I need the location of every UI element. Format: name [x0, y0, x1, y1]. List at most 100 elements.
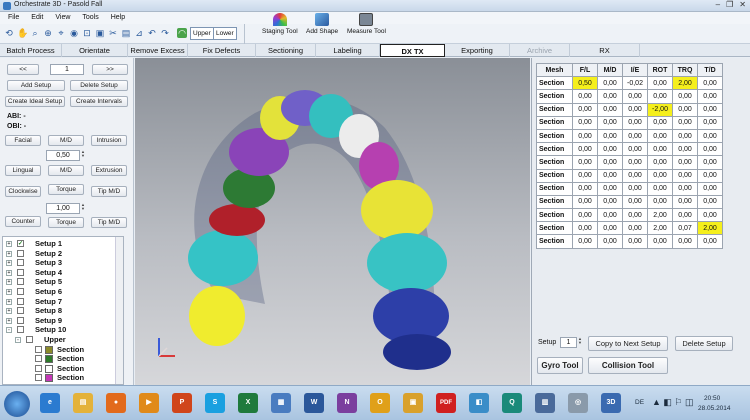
tree-checkbox[interactable]	[17, 316, 24, 324]
table-cell[interactable]: 0,00	[597, 89, 623, 104]
table-cell[interactable]: -2,00	[647, 102, 673, 117]
tree-checkbox[interactable]	[35, 374, 42, 382]
column-header[interactable]: Mesh	[536, 62, 573, 78]
table-cell[interactable]: 0,00	[647, 115, 673, 130]
table-cell[interactable]: 0,00	[572, 89, 598, 104]
outlook-icon[interactable]: O	[370, 393, 390, 413]
table-cell[interactable]: 0,00	[697, 155, 723, 170]
table-cell[interactable]: 0,00	[622, 89, 648, 104]
table-cell[interactable]: 0,00	[697, 208, 723, 223]
table-cell[interactable]: 0,00	[597, 181, 623, 196]
expand-icon[interactable]: +	[6, 260, 12, 267]
tree-item[interactable]: + Setup 4	[3, 268, 115, 278]
tree-checkbox[interactable]	[17, 307, 24, 315]
table-cell[interactable]: 0,00	[572, 221, 598, 236]
tree-checkbox[interactable]	[17, 249, 24, 257]
table-row[interactable]: Section 0,00 0,00 0,00 0,00 0,00 0,00	[536, 115, 723, 130]
table-cell[interactable]: 0,00	[572, 208, 598, 223]
clockwise-button[interactable]: Clockwise	[5, 186, 41, 197]
table-cell[interactable]: 0,00	[572, 128, 598, 144]
intrusion-button[interactable]: Intrusion	[91, 135, 127, 146]
table-cell[interactable]: 0,00	[597, 208, 623, 223]
measure-tool-button[interactable]: Measure Tool	[347, 13, 386, 35]
tree-item[interactable]: + Setup 7	[3, 297, 115, 307]
clock-time[interactable]: 20:50	[704, 395, 720, 402]
table-cell[interactable]: 0,00	[672, 155, 698, 170]
expand-icon[interactable]: +	[6, 250, 12, 257]
table-cell[interactable]: 2,00	[647, 208, 673, 223]
staging-tool-button[interactable]: Staging Tool	[262, 13, 298, 35]
table-row[interactable]: Section 0,00 0,00 0,00 0,00 0,00 0,00	[536, 234, 723, 249]
table-row[interactable]: Section 0,00 0,00 0,00 0,00 0,00 0,00	[536, 142, 723, 157]
expand-icon[interactable]: +	[6, 317, 12, 324]
close-button[interactable]: ✕	[739, 0, 746, 9]
table-cell[interactable]: 2,00	[672, 76, 698, 91]
explorer-icon[interactable]: ▦	[271, 393, 291, 413]
table-cell[interactable]: 0,00	[622, 234, 648, 249]
start-button[interactable]	[4, 391, 30, 417]
collapse-icon[interactable]: -	[15, 337, 21, 343]
tree-item[interactable]: + Setup 6	[3, 287, 115, 297]
pan-icon[interactable]: ✋	[17, 28, 28, 38]
table-cell[interactable]: 0,00	[597, 221, 623, 236]
menu-view[interactable]: View	[55, 12, 70, 24]
language-indicator[interactable]: DE	[635, 399, 644, 406]
table-cell[interactable]: 2,00	[697, 221, 723, 236]
table-row[interactable]: Section 0,00 0,00 0,00 0,00 0,00 0,00	[536, 89, 723, 104]
3d-viewport[interactable]	[135, 58, 530, 385]
table-cell[interactable]: 0,00	[697, 89, 723, 104]
table-row[interactable]: Section 0,00 0,00 0,00 2,00 0,07 2,00	[536, 221, 723, 236]
tab-remove-excess[interactable]: Remove Excess	[128, 44, 188, 57]
table-cell[interactable]: 0,00	[597, 155, 623, 170]
lower-toggle[interactable]: Lower	[213, 27, 237, 40]
tip-md-button-2[interactable]: Tip M/D	[91, 217, 127, 228]
pdf-icon[interactable]: PDF	[436, 393, 456, 413]
app-icon[interactable]: ◧	[469, 393, 489, 413]
tree-checkbox[interactable]	[17, 297, 24, 305]
zoom-icon[interactable]: ⌕	[30, 28, 40, 38]
setup-number-field[interactable]: 1	[50, 64, 84, 75]
table-cell[interactable]: 0,00	[647, 128, 673, 144]
arch-icon[interactable]: ◠	[177, 28, 187, 38]
powerpoint-icon[interactable]: P	[172, 393, 192, 413]
column-header[interactable]: F/L	[572, 62, 598, 78]
table-cell[interactable]: 0,00	[697, 102, 723, 117]
tree-item[interactable]: + Setup 9	[3, 316, 115, 326]
clock-date[interactable]: 28.05.2014	[698, 405, 731, 412]
tree-checkbox[interactable]: ✓	[17, 240, 24, 247]
system-tray-icons[interactable]: ▲ ◧ ⚐ ◫	[652, 397, 693, 408]
table-cell[interactable]: 0,00	[597, 115, 623, 130]
table-cell[interactable]: 0,00	[647, 155, 673, 170]
torque-button-1[interactable]: Torque	[48, 184, 84, 195]
drive-icon[interactable]: ◎	[568, 393, 588, 413]
table-cell[interactable]: 0,00	[697, 76, 723, 91]
column-header[interactable]: I/E	[622, 62, 648, 78]
table-cell[interactable]: 0,00	[622, 115, 648, 130]
table-cell[interactable]: 0,00	[622, 221, 648, 236]
table-row[interactable]: Section 0,50 0,00 -0,02 0,00 2,00 0,00	[536, 76, 723, 91]
step-size-spinner-1[interactable]: ▲ ▼	[81, 150, 87, 158]
tree-item[interactable]: + Setup 3	[3, 258, 115, 268]
table-cell[interactable]: 0,00	[622, 128, 648, 144]
cut-icon[interactable]: ✂	[108, 28, 118, 38]
menu-tools[interactable]: Tools	[82, 12, 98, 24]
table-cell[interactable]: 0,00	[672, 208, 698, 223]
collapse-icon[interactable]: -	[6, 327, 12, 334]
table-row[interactable]: Section 0,00 0,00 0,00 0,00 0,00 0,00	[536, 181, 723, 196]
table-cell[interactable]: 0,00	[597, 102, 623, 117]
notes-icon[interactable]: ▣	[403, 393, 423, 413]
right-setup-spinner[interactable]: ▲ ▼	[578, 337, 584, 345]
expand-icon[interactable]: +	[6, 279, 12, 286]
rotate-icon[interactable]: ⟲	[4, 28, 14, 38]
table-cell[interactable]: 0,00	[622, 102, 648, 117]
tip-md-button-1[interactable]: Tip M/D	[91, 186, 127, 197]
word-icon[interactable]: W	[304, 393, 324, 413]
table-cell[interactable]: 0,00	[572, 194, 598, 210]
step-size-field-2[interactable]: 1,00	[46, 203, 80, 214]
orchestrate-icon[interactable]: 3D	[601, 393, 621, 413]
gyro-tool-button[interactable]: Gyro Tool	[537, 357, 583, 374]
table-cell[interactable]: 0,00	[622, 194, 648, 210]
tree-checkbox[interactable]	[26, 336, 33, 343]
tree-checkbox[interactable]	[35, 364, 42, 372]
add-setup-button[interactable]: Add Setup	[7, 80, 65, 91]
